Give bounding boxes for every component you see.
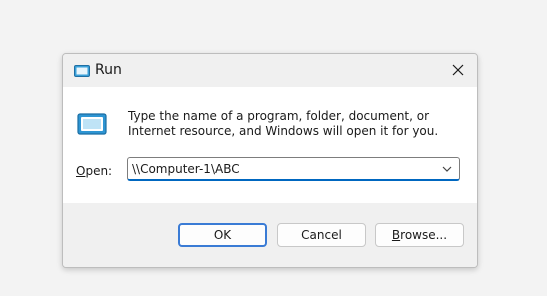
close-icon	[452, 64, 464, 76]
content-area: Type the name of a program, folder, docu…	[63, 87, 477, 203]
close-button[interactable]	[445, 58, 471, 82]
browse-accelerator: B	[391, 228, 401, 242]
run-dialog: Run Type the name of a program, folder, …	[62, 53, 478, 268]
open-label: Open:	[76, 164, 112, 178]
chevron-down-icon[interactable]	[441, 163, 453, 175]
ok-button[interactable]: OK	[178, 223, 267, 247]
open-label-text: pen:	[85, 164, 113, 178]
title-bar[interactable]: Run	[63, 54, 477, 87]
description-text: Type the name of a program, folder, docu…	[128, 109, 439, 138]
browse-button[interactable]: Browse...	[375, 223, 464, 247]
run-icon	[74, 65, 90, 77]
cancel-button[interactable]: Cancel	[277, 223, 366, 247]
window-title: Run	[95, 62, 122, 78]
button-bar: OK Cancel Browse...	[63, 203, 477, 267]
open-combobox[interactable]	[127, 157, 460, 181]
run-icon	[77, 113, 107, 135]
browse-label: rowse...	[400, 228, 448, 242]
open-input[interactable]	[132, 160, 432, 178]
